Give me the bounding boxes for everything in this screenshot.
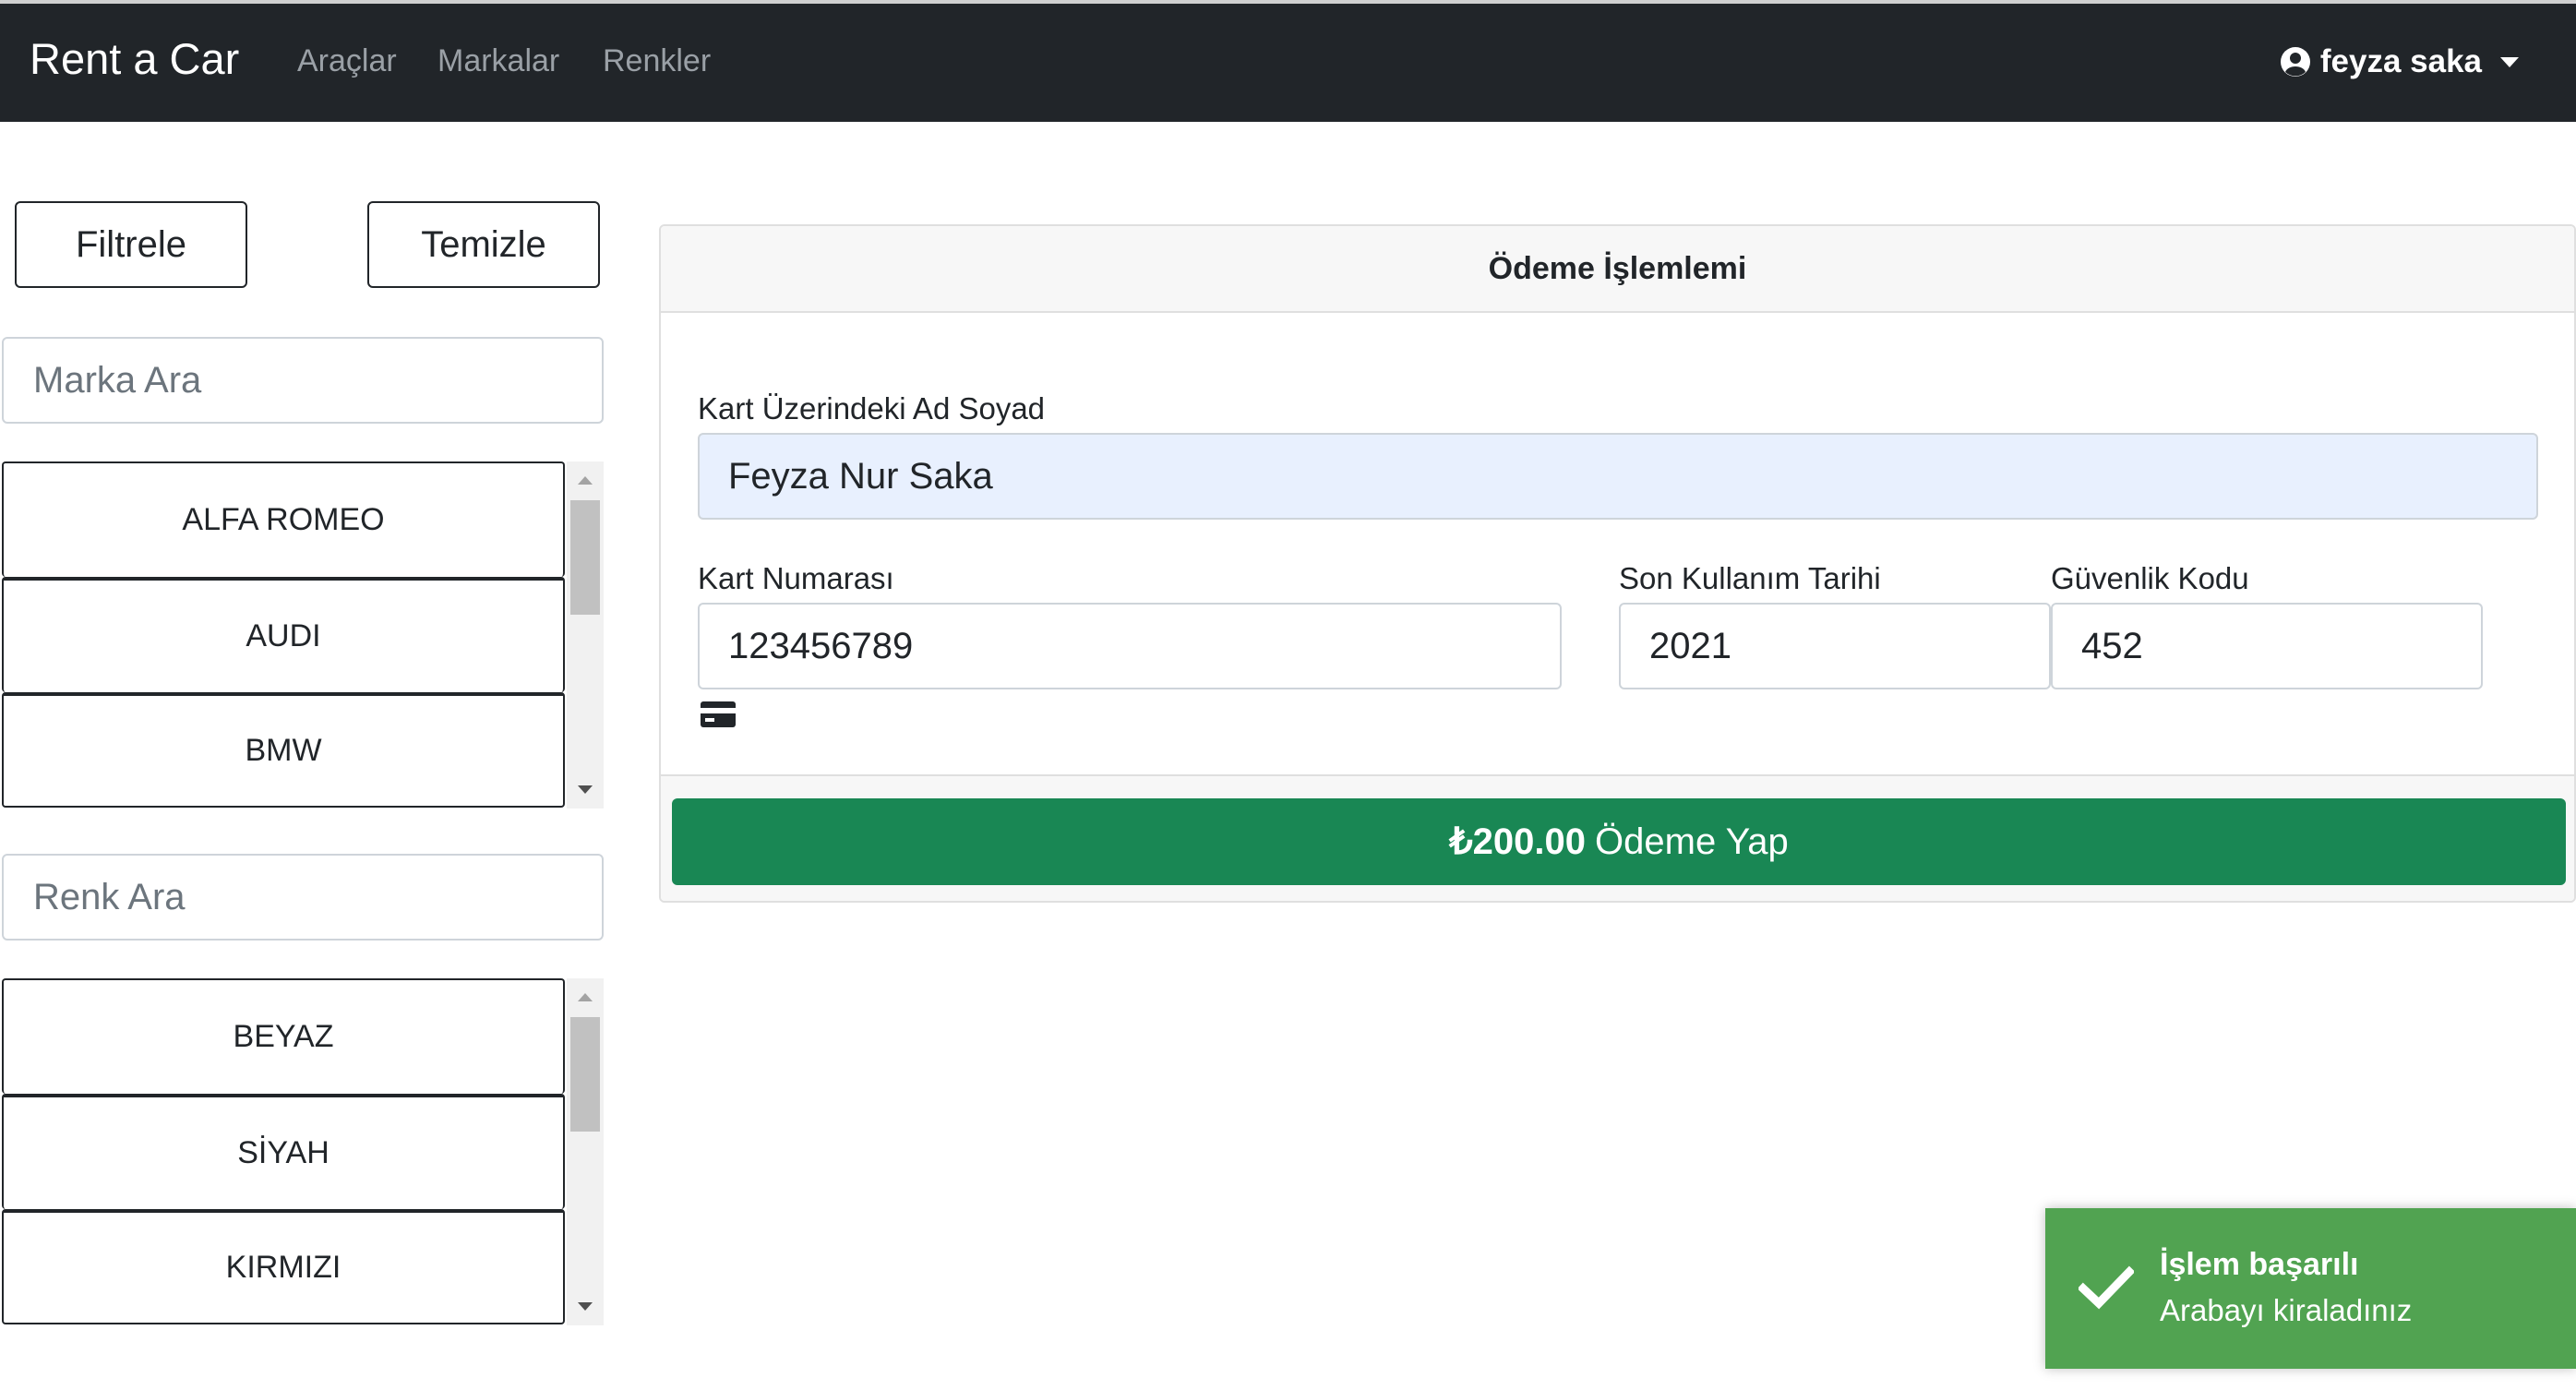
payment-card-title: Ödeme İşlemlemi <box>661 226 2574 313</box>
security-code-label: Güvenlik Kodu <box>2051 561 2249 595</box>
credit-card-icon <box>701 701 736 727</box>
color-list-item[interactable]: BEYAZ <box>2 978 565 1094</box>
scrollbar-thumb[interactable] <box>570 500 600 615</box>
toast-title: İşlem başarılı <box>2160 1247 2359 1282</box>
user-circle-icon <box>2280 47 2310 77</box>
clear-button[interactable]: Temizle <box>367 201 600 288</box>
brand-list: ALFA ROMEO AUDI BMW <box>2 461 604 809</box>
nav-link-araclar[interactable]: Araçlar <box>297 41 397 81</box>
pay-button[interactable]: ₺200.00 Ödeme Yap <box>672 798 2566 885</box>
brand-list-item[interactable]: ALFA ROMEO <box>2 461 565 577</box>
security-code-input[interactable] <box>2051 603 2483 689</box>
brand-list-item[interactable]: BMW <box>2 692 565 808</box>
payment-card-footer: ₺200.00 Ödeme Yap <box>661 774 2574 901</box>
user-name: feyza saka <box>2319 43 2482 79</box>
nav-link-renkler[interactable]: Renkler <box>603 41 711 81</box>
payment-card: Ödeme İşlemlemi Kart Üzerindeki Ad Soyad… <box>659 224 2576 903</box>
color-list-item[interactable]: KIRMIZI <box>2 1209 565 1324</box>
chevron-down-icon <box>2500 56 2519 67</box>
check-icon <box>2079 1265 2134 1310</box>
card-name-input[interactable] <box>698 433 2538 520</box>
brand-list-item[interactable]: AUDI <box>2 577 565 692</box>
navbar: Rent a Car Araçlar Markalar Renkler feyz… <box>0 0 2576 122</box>
nav-link-markalar[interactable]: Markalar <box>437 41 559 81</box>
color-list-item[interactable]: SİYAH <box>2 1094 565 1209</box>
card-number-input[interactable] <box>698 603 1562 689</box>
color-search-input[interactable] <box>2 854 604 941</box>
scroll-down-icon[interactable] <box>578 1302 593 1311</box>
user-menu[interactable]: feyza saka <box>2280 39 2519 85</box>
scroll-up-icon[interactable] <box>578 476 593 485</box>
card-number-label: Kart Numarası <box>698 561 894 595</box>
pay-amount: ₺200.00 <box>1449 821 1587 862</box>
expiry-date-input[interactable] <box>1619 603 2051 689</box>
scrollbar-thumb[interactable] <box>570 1017 600 1132</box>
brand-list-scrollbar[interactable] <box>567 461 604 809</box>
brand-search-input[interactable] <box>2 337 604 424</box>
scroll-down-icon[interactable] <box>578 785 593 794</box>
card-name-label: Kart Üzerindeki Ad Soyad <box>698 391 1046 425</box>
scroll-up-icon[interactable] <box>578 993 593 1001</box>
color-list: BEYAZ SİYAH KIRMIZI <box>2 978 604 1325</box>
expiry-date-label: Son Kullanım Tarihi <box>1619 561 1881 595</box>
toast-message: Arabayı kiraladınız <box>2160 1293 2413 1327</box>
pay-button-label: Ödeme Yap <box>1595 821 1789 862</box>
success-toast[interactable]: İşlem başarılı Arabayı kiraladınız <box>2045 1208 2576 1369</box>
filter-button[interactable]: Filtrele <box>15 201 247 288</box>
brand-logo[interactable]: Rent a Car <box>30 31 239 87</box>
color-list-scrollbar[interactable] <box>567 978 604 1325</box>
